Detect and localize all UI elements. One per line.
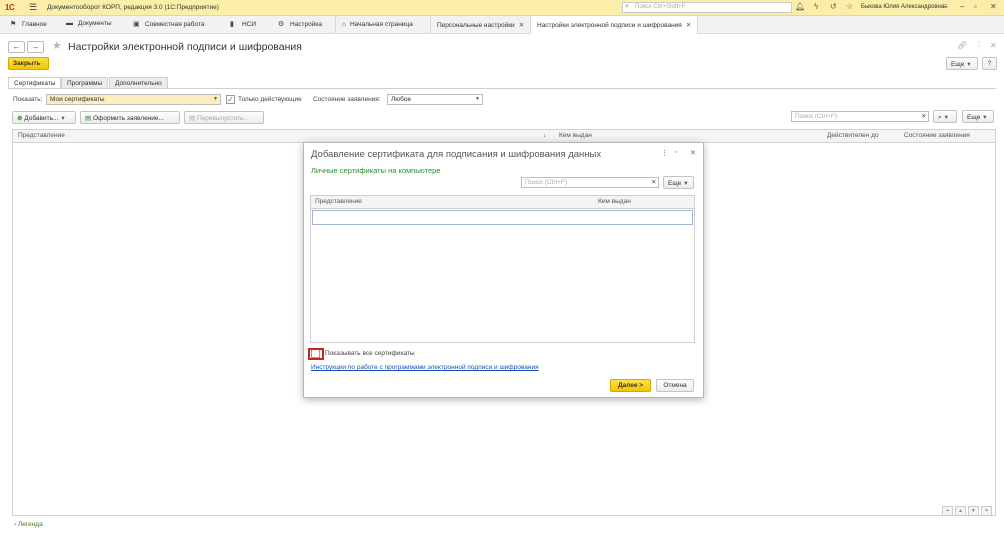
more-actions-icon[interactable]: ⋮ xyxy=(975,41,983,50)
only-valid-label: Только действующие xyxy=(238,96,302,103)
clear-search-icon[interactable]: ✕ xyxy=(921,112,926,120)
tab-home-page[interactable]: ⌂ Начальная страница xyxy=(335,16,419,34)
scroll-top-icon[interactable]: ⏶ xyxy=(942,506,953,516)
dialog-column-representation[interactable]: Представление xyxy=(315,198,362,205)
title-bar: 1С ☰ Документооборот КОРП, редакция 3.0 … xyxy=(0,0,1004,16)
global-search-input[interactable]: ⌕ Поиск Ctrl+Shift+F xyxy=(622,2,792,13)
current-user[interactable]: Быкова Юлия Александровна xyxy=(861,4,944,10)
gear-icon: ⚙ xyxy=(278,21,285,28)
close-button[interactable]: Закрыть xyxy=(8,57,49,70)
section-main[interactable]: ⚑ Главное xyxy=(10,20,47,28)
reissue-icon: ▤ xyxy=(189,115,197,122)
reissue-button[interactable]: ▤ Перевыпустить... xyxy=(184,111,264,124)
folder-icon: ▬ xyxy=(66,20,73,27)
show-select[interactable]: Мои сертификаты ▼ xyxy=(46,94,221,105)
dropdown-arrow-icon: ▼ xyxy=(213,96,218,102)
show-all-label: Показывать все сертификаты xyxy=(325,350,415,357)
search-button[interactable]: ⌕ ▾ xyxy=(933,110,957,123)
main-menu-icon[interactable]: ☰ xyxy=(29,2,37,13)
dialog-more-button[interactable]: Еще ▾ xyxy=(663,176,694,189)
minimize-icon[interactable]: – xyxy=(960,2,964,11)
apply-request-button[interactable]: ▤ Оформить заявление... xyxy=(80,111,180,124)
add-button[interactable]: ⊕ Добавить... ▾ xyxy=(12,111,76,124)
briefcase-icon: ▣ xyxy=(133,21,140,28)
dialog-close-icon[interactable]: ✕ xyxy=(690,149,696,157)
home-icon: ⌂ xyxy=(342,21,346,28)
personal-certificates-table[interactable]: Представление Кем выдан xyxy=(310,195,695,343)
back-button[interactable]: ← xyxy=(8,41,25,53)
section-documents[interactable]: ▬ Документы xyxy=(66,20,112,27)
instructions-link[interactable]: Инструкции по работе с программами элект… xyxy=(311,364,539,371)
tab-signature-settings[interactable]: Настройки электронной подписи и шифрован… xyxy=(530,16,699,34)
dialog-table-header: Представление Кем выдан xyxy=(311,196,694,209)
section-nsi[interactable]: ▮ НСИ xyxy=(230,20,256,28)
dropdown-arrow-icon: ▼ xyxy=(475,96,480,102)
more-button[interactable]: Еще ▾ xyxy=(946,57,978,70)
section-collaboration[interactable]: ▣ Совместная работа xyxy=(133,20,204,28)
settings-menu-icon[interactable]: ≡ xyxy=(943,2,948,11)
dialog-more-icon[interactable]: ⋮ xyxy=(661,149,668,157)
only-valid-checkbox[interactable]: ✓ xyxy=(226,95,235,104)
status-select[interactable]: Любое ▼ xyxy=(387,94,483,105)
close-tab-icon[interactable]: ✕ xyxy=(519,22,524,29)
table-row[interactable] xyxy=(312,210,693,225)
highlight-frame xyxy=(308,348,324,360)
section-settings[interactable]: ⚙ Настройка xyxy=(278,20,322,28)
history-icon[interactable]: ↺ xyxy=(830,2,837,11)
forward-button[interactable]: → xyxy=(27,41,44,53)
column-representation[interactable]: Представление xyxy=(18,132,65,139)
document-icon: ▤ xyxy=(85,115,93,122)
page-title: Настройки электронной подписи и шифрован… xyxy=(68,41,302,53)
search-icon: ⌕ xyxy=(625,3,629,10)
status-label: Состояние заявления: xyxy=(313,96,381,103)
dialog-subtitle: Личные сертификаты на компьютере xyxy=(311,166,441,175)
dialog-column-issued-by[interactable]: Кем выдан xyxy=(598,198,631,205)
restore-icon[interactable]: ▫ xyxy=(974,2,977,11)
app-logo: 1С xyxy=(5,3,15,12)
dialog-search-input[interactable]: Поиск (Ctrl+F) xyxy=(521,177,659,188)
close-tab-icon[interactable]: ✕ xyxy=(686,22,691,29)
dialog-maximize-icon[interactable]: ▫ xyxy=(675,149,677,156)
close-form-icon[interactable]: ✕ xyxy=(990,41,997,50)
tab-divider xyxy=(8,88,996,89)
app-title: Документооборот КОРП, редакция 3.0 (1С:П… xyxy=(47,4,219,11)
sections-panel: ⚑ Главное ▬ Документы ▣ Совместная работа ▮… xyxy=(0,16,1004,34)
link-icon[interactable]: 🔗︎ xyxy=(957,41,967,50)
favorites-star-icon[interactable]: ☆ xyxy=(846,2,853,11)
column-issued-by[interactable]: Кем выдан xyxy=(559,132,592,139)
add-certificate-dialog: Добавление сертификата для подписания и … xyxy=(303,142,704,398)
column-valid-until[interactable]: Действителен до xyxy=(827,132,878,139)
table-search-input[interactable]: Поиск (Ctrl+F) xyxy=(791,111,929,122)
book-icon: ▮ xyxy=(230,21,234,28)
search-icon: ⌕ xyxy=(938,114,942,121)
chevron-right-icon: › xyxy=(14,521,17,528)
favorite-star-icon[interactable]: ★ xyxy=(52,39,62,52)
discussions-icon[interactable]: ϟ xyxy=(814,2,818,11)
next-button[interactable]: Далее > xyxy=(610,379,651,392)
flag-icon: ⚑ xyxy=(10,21,17,28)
help-button[interactable]: ? xyxy=(982,57,997,70)
tab-personal-settings[interactable]: Персональные настройки ✕ xyxy=(430,16,530,34)
table-more-button[interactable]: Еще ▾ xyxy=(962,110,994,123)
show-label: Показать: xyxy=(13,96,43,103)
scroll-bottom-icon[interactable]: ⏷ xyxy=(981,506,992,516)
global-search-placeholder: Поиск Ctrl+Shift+F xyxy=(635,4,686,10)
scroll-up-icon[interactable]: ▲ xyxy=(955,506,966,516)
scroll-down-icon[interactable]: ▼ xyxy=(968,506,979,516)
dialog-title: Добавление сертификата для подписания и … xyxy=(311,149,602,160)
bell-icon[interactable]: 🔔︎ xyxy=(795,2,805,11)
legend-toggle[interactable]: › Легенда xyxy=(14,521,43,528)
column-request-status[interactable]: Состояние заявления xyxy=(904,132,970,139)
dialog-clear-search-icon[interactable]: ✕ xyxy=(651,178,656,186)
cancel-button[interactable]: Отмена xyxy=(656,379,694,392)
sort-indicator: ↓ xyxy=(543,132,547,139)
close-window-icon[interactable]: ✕ xyxy=(990,2,997,11)
